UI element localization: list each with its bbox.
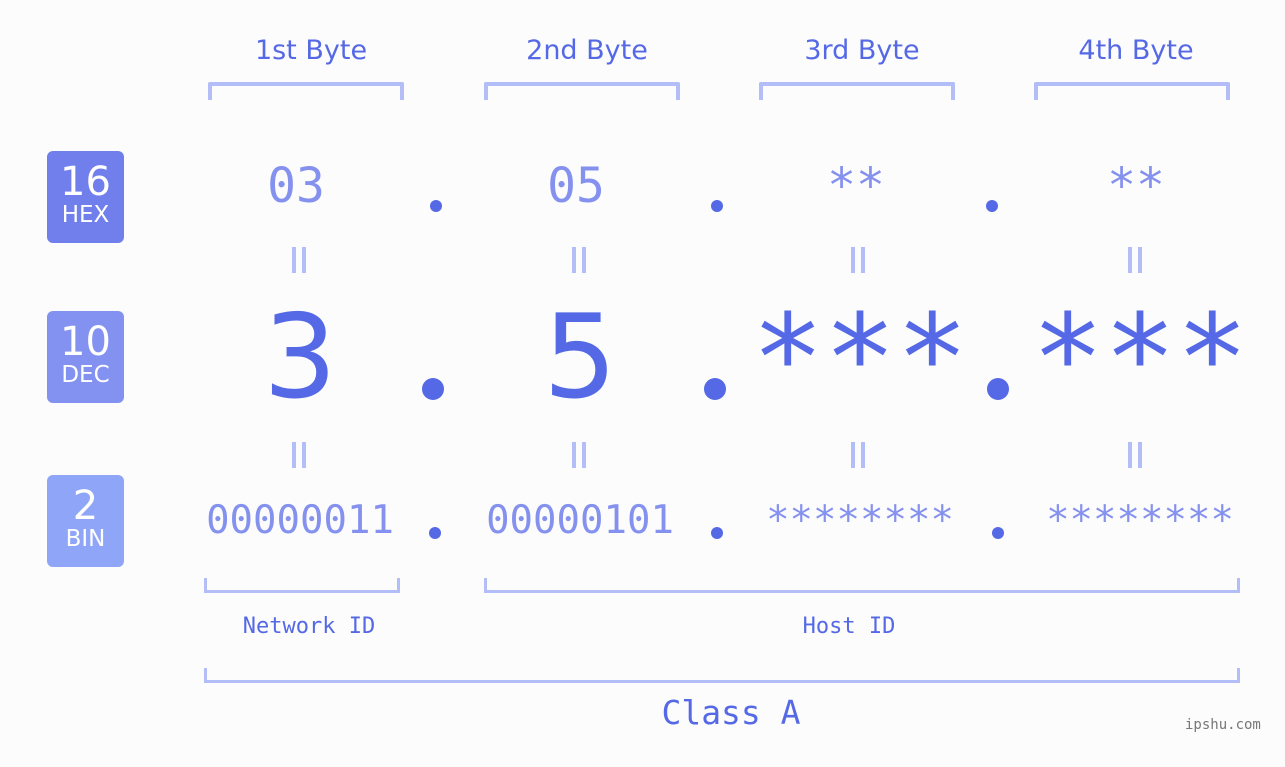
equals-icon <box>572 442 586 468</box>
hex-separator-2 <box>711 200 723 212</box>
byte-bracket-1 <box>208 82 404 100</box>
dec-separator-1 <box>422 378 444 400</box>
hex-value-4: ** <box>1107 158 1165 214</box>
dec-badge-number: 10 <box>60 319 111 365</box>
hex-badge-number: 16 <box>60 159 111 205</box>
hex-separator-3 <box>986 200 998 212</box>
equals-icon <box>1128 442 1142 468</box>
dec-separator-3 <box>987 378 1009 400</box>
equals-icon <box>292 442 306 468</box>
byte-bracket-2 <box>484 82 680 100</box>
bin-value-1: 00000011 <box>206 498 394 543</box>
byte-label-4: 4th Byte <box>1078 35 1194 66</box>
watermark: ipshu.com <box>1185 717 1261 733</box>
network-id-label: Network ID <box>242 614 376 639</box>
equals-icon <box>292 247 306 273</box>
hex-badge-label: HEX <box>61 202 110 228</box>
equals-icon <box>1128 247 1142 273</box>
byte-label-3: 3rd Byte <box>804 35 920 66</box>
dec-value-3: *** <box>751 290 969 429</box>
bin-badge-label: BIN <box>65 526 106 552</box>
network-id-bracket <box>204 578 400 593</box>
dec-separator-2 <box>704 378 726 400</box>
class-bracket <box>204 668 1240 683</box>
hex-value-1: 03 <box>267 158 325 214</box>
host-id-bracket <box>484 578 1240 593</box>
byte-bracket-4 <box>1034 82 1230 100</box>
dec-badge-label: DEC <box>61 362 110 388</box>
bin-badge: 2 BIN <box>47 475 124 567</box>
dec-value-2: 5 <box>543 290 617 425</box>
equals-icon <box>851 442 865 468</box>
host-id-label: Host ID <box>802 614 896 639</box>
byte-bracket-3 <box>759 82 955 100</box>
bin-value-3: ******** <box>766 498 954 543</box>
bin-value-4: ******** <box>1046 498 1234 543</box>
bin-value-2: 00000101 <box>486 498 674 543</box>
hex-separator-1 <box>430 200 442 212</box>
hex-value-2: 05 <box>547 158 605 214</box>
class-label: Class A <box>661 693 801 732</box>
hex-badge: 16 HEX <box>47 151 124 243</box>
bin-badge-number: 2 <box>72 483 99 529</box>
byte-label-2: 2nd Byte <box>526 35 648 66</box>
dec-value-1: 3 <box>263 290 337 425</box>
equals-icon <box>851 247 865 273</box>
equals-icon <box>572 247 586 273</box>
hex-value-3: ** <box>827 158 885 214</box>
dec-badge: 10 DEC <box>47 311 124 403</box>
dec-value-4: *** <box>1031 290 1249 429</box>
byte-label-1: 1st Byte <box>254 35 368 66</box>
